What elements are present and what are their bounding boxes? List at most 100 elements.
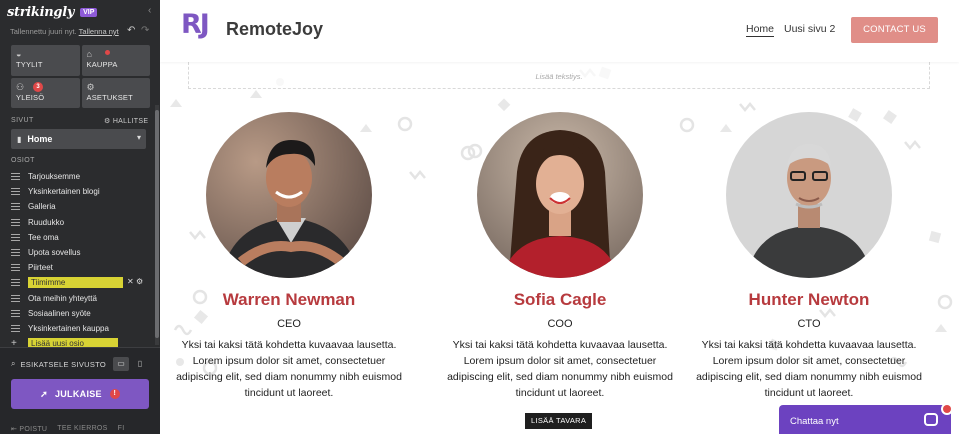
desktop-view-icon[interactable]: ▭ (113, 357, 129, 371)
page-select-value: Home (27, 134, 53, 144)
page-select[interactable]: ▮ Home ▾ (11, 129, 146, 149)
drag-handle-icon[interactable] (11, 279, 20, 287)
publish-button[interactable]: ➚ JULKAISE ! (11, 379, 149, 409)
notification-dot (104, 50, 110, 55)
section-label: Tee oma (28, 232, 59, 242)
section-item[interactable]: Galleria (11, 199, 156, 214)
drag-handle-icon[interactable] (11, 218, 20, 226)
nav-item-page-2[interactable]: Uusi sivu 2 (784, 23, 835, 35)
sidebar-scroll-thumb[interactable] (155, 110, 159, 338)
chat-widget[interactable]: Chattaa nyt (779, 403, 953, 434)
member-bio[interactable]: Yksi tai kaksi tätä kohdetta kuvaavaa la… (694, 337, 924, 401)
section-item[interactable]: Ota meihin yhteyttä (11, 291, 156, 306)
section-label: Tarjouksemme (28, 172, 81, 182)
redo-icon[interactable]: ↷ (141, 25, 149, 36)
language-link[interactable]: FI (118, 425, 125, 433)
manage-pages-link[interactable]: ⚙ HALLITSE (104, 117, 148, 125)
section-label: Piirteet (28, 263, 53, 273)
exit-link[interactable]: ⇤ POISTU (11, 425, 47, 433)
save-now-link[interactable]: Tallenna nyt (79, 27, 119, 36)
tile-label: TYYLIT (16, 60, 43, 69)
tile-label: ASETUKSET (86, 92, 133, 102)
member-role[interactable]: CEO (164, 318, 414, 330)
section-item[interactable]: Tarjouksemme (11, 169, 156, 184)
text-placeholder-box[interactable]: Lisää tekstiys. (188, 62, 930, 89)
gear-icon: ⚙ (104, 118, 111, 125)
delete-icon[interactable]: ✕ (127, 277, 134, 286)
drag-handle-icon[interactable] (11, 203, 20, 211)
section-label: Galleria (28, 202, 56, 212)
drag-handle-icon[interactable] (11, 309, 20, 317)
drag-handle-icon[interactable] (11, 233, 20, 241)
contact-us-button[interactable]: CONTACT US (851, 17, 938, 43)
tile-settings[interactable]: ⚙ ASETUKSET (81, 77, 150, 108)
section-label: Ota meihin yhteyttä (28, 293, 97, 303)
audience-icon: ⚇ (16, 81, 25, 92)
member-photo-portrait (206, 112, 372, 278)
site-canvas: RJ RemoteJoy Home Uusi sivu 2 CONTACT US… (160, 0, 959, 434)
section-item[interactable]: Piirteet (11, 260, 156, 275)
member-name[interactable]: Hunter Newton (684, 290, 934, 310)
section-label: Tiimimme (28, 277, 123, 289)
section-item-active[interactable]: Tiimimme ✕ ⚙ (11, 275, 156, 290)
brand-logo-mark[interactable]: RJ (181, 9, 210, 40)
tile-label: YLEISÖ (16, 92, 45, 102)
chevron-down-icon: ▾ (136, 133, 141, 142)
member-role[interactable]: CTO (684, 318, 934, 330)
drag-handle-icon[interactable] (11, 173, 20, 181)
member-bio[interactable]: Yksi tai kaksi tätä kohdetta kuvaavaa la… (174, 337, 404, 401)
section-label: Yksinkertainen blogi (28, 187, 100, 197)
undo-icon[interactable]: ↶ (127, 25, 135, 36)
publish-label: JULKAISE (54, 389, 102, 399)
drag-handle-icon[interactable] (11, 324, 20, 332)
collapse-sidebar-icon[interactable]: ‹ (148, 5, 151, 16)
audience-count-badge: 3 (33, 81, 43, 92)
section-item[interactable]: Sosiaalinen syöte (11, 306, 156, 321)
preview-site-link[interactable]: ⌕ ESIKATSELE SIVUSTO (11, 359, 106, 369)
team-member-card: Sofia Cagle COO Yksi tai kaksi tätä kohd… (435, 112, 685, 401)
save-status: Tallennettu juuri nyt. Tallenna nyt (10, 27, 119, 36)
member-photo[interactable] (206, 112, 372, 278)
exit-label: POISTU (19, 426, 48, 433)
editor-logo-row: strikingly VIP (7, 3, 98, 21)
rocket-icon: ➚ (40, 388, 48, 399)
member-role[interactable]: COO (435, 318, 685, 330)
preview-label: ESIKATSELE SIVUSTO (20, 359, 107, 369)
save-status-text: Tallennettu juuri nyt. (10, 27, 77, 36)
section-item[interactable]: Yksinkertainen blogi (11, 184, 156, 199)
drag-handle-icon[interactable] (11, 249, 20, 257)
member-photo[interactable] (726, 112, 892, 278)
tile-styles[interactable]: ◒ TYYLIT (11, 45, 80, 76)
mobile-view-icon[interactable]: ▯ (133, 357, 147, 371)
section-item[interactable]: Ruudukko (11, 215, 156, 230)
section-item[interactable]: Tee oma (11, 230, 156, 245)
member-photo-portrait (726, 112, 892, 278)
drag-handle-icon[interactable] (11, 264, 20, 272)
member-name[interactable]: Warren Newman (164, 290, 414, 310)
section-item[interactable]: Yksinkertainen kauppa (11, 321, 156, 336)
editor-tiles: ◒ TYYLIT ⌂ KAUPPA ⚇ 3 YLEISÖ ⚙ ASETUKSET (11, 45, 150, 108)
tile-audience[interactable]: ⚇ 3 YLEISÖ (11, 77, 80, 108)
section-actions: ✕ ⚙ (127, 277, 143, 286)
warning-icon: ! (109, 389, 120, 399)
nav-item-home[interactable]: Home (746, 23, 775, 37)
brand-name[interactable]: RemoteJoy (226, 19, 323, 40)
tour-link[interactable]: TEE KIERROS (57, 425, 107, 433)
pages-heading: SIVUT (11, 117, 34, 124)
chat-bubble-icon (924, 413, 938, 426)
drag-handle-icon[interactable] (11, 188, 20, 196)
member-bio[interactable]: Yksi tai kaksi tätä kohdetta kuvaavaa la… (445, 337, 675, 401)
member-photo-portrait (477, 112, 643, 278)
tile-store[interactable]: ⌂ KAUPPA (81, 45, 150, 76)
drag-handle-icon[interactable] (11, 294, 20, 302)
tile-label: KAUPPA (86, 60, 118, 69)
section-item[interactable]: Upota sovellus (11, 245, 156, 260)
chat-notification-icon (941, 403, 953, 415)
gear-icon[interactable]: ⚙ (136, 277, 143, 286)
add-item-button[interactable]: LISÄÄ TAVARA (525, 413, 593, 429)
member-name[interactable]: Sofia Cagle (435, 290, 685, 310)
editor-sidebar: strikingly VIP ‹ Tallennettu juuri nyt. … (0, 0, 160, 434)
page-icon: ▮ (17, 134, 22, 144)
member-photo[interactable] (477, 112, 643, 278)
text-placeholder: Lisää tekstiys. (535, 72, 583, 81)
